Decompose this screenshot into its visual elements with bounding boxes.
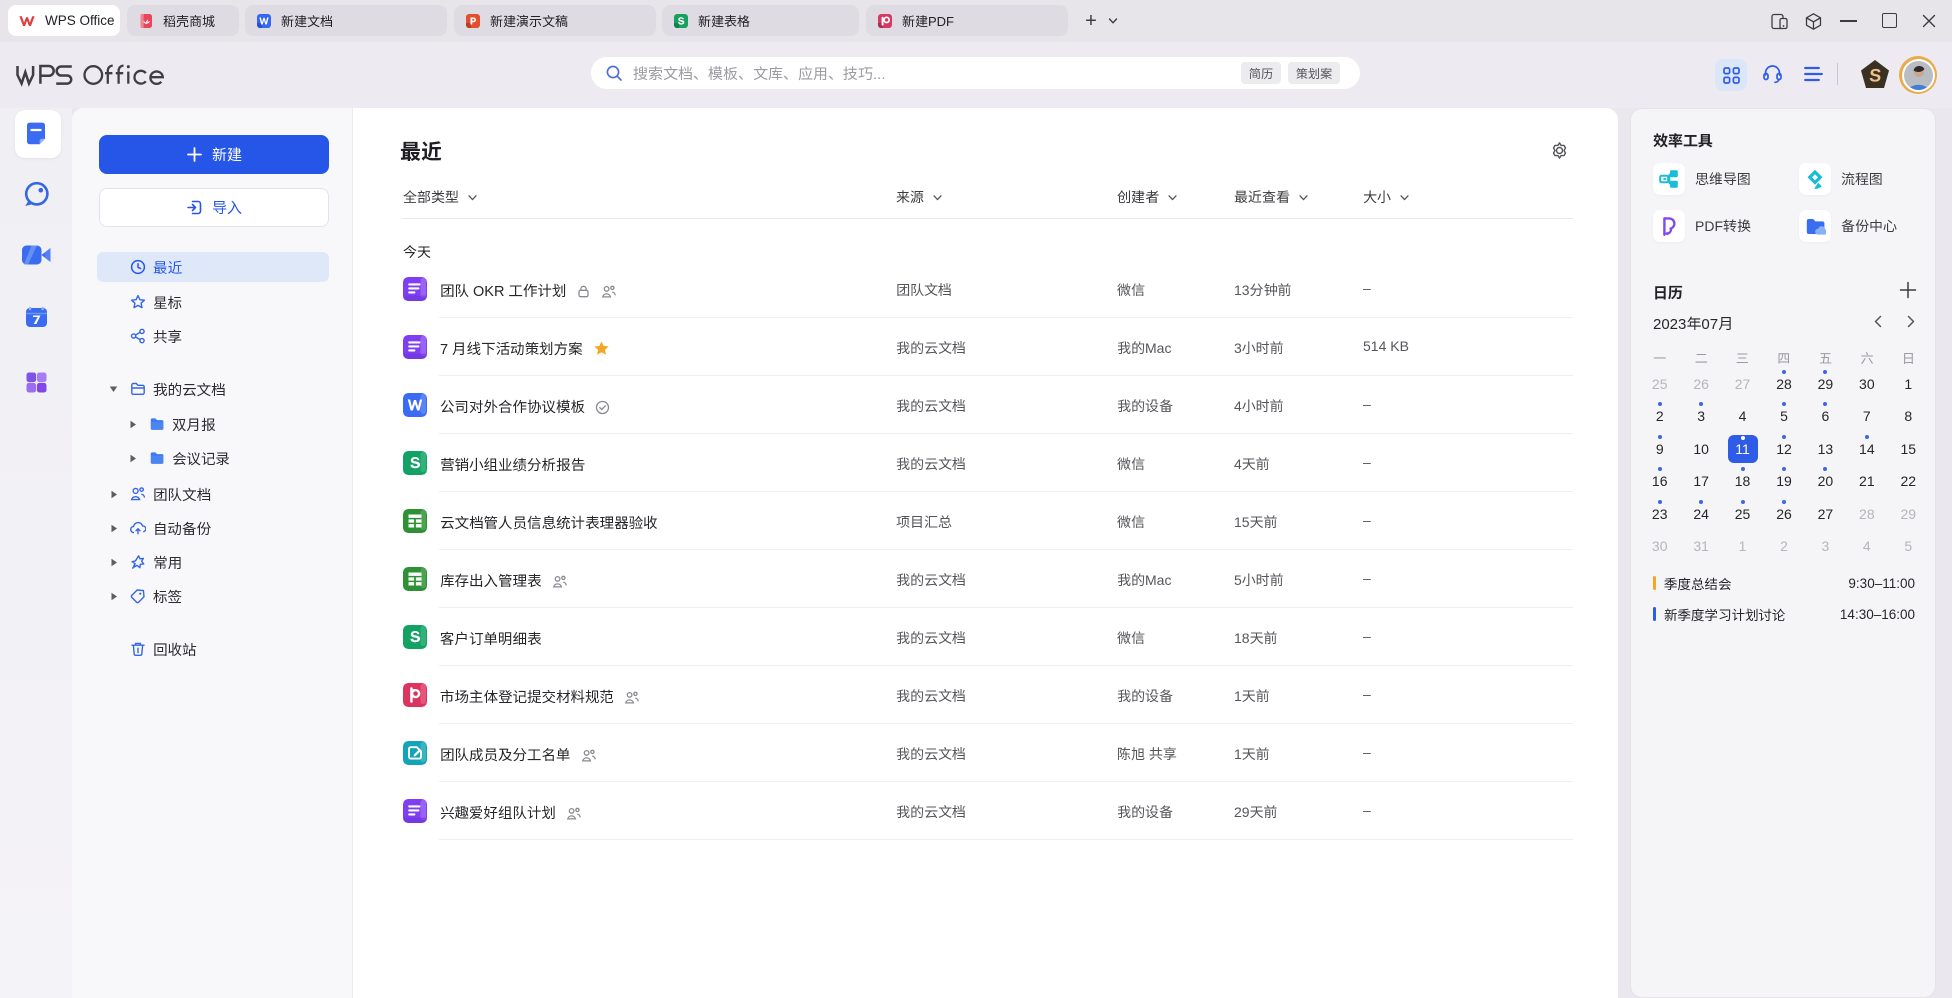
- svg-text:S: S: [1869, 66, 1882, 86]
